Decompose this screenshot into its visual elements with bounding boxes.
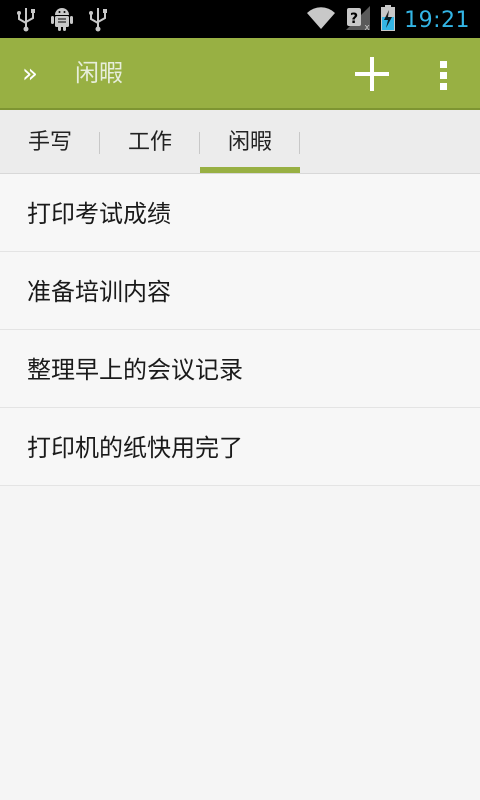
- selected-tab-indicator: [200, 167, 300, 173]
- tab-leisure[interactable]: 闲暇: [200, 110, 300, 173]
- android-debug-icon: [50, 6, 74, 36]
- tab-bar: 手写 工作 闲暇: [0, 110, 480, 174]
- action-bar: » 闲暇: [0, 38, 480, 110]
- list-item[interactable]: 打印机的纸快用完了: [0, 408, 480, 486]
- usb-icon: [88, 6, 108, 36]
- tab-work[interactable]: 工作: [100, 110, 200, 173]
- list-item[interactable]: 打印考试成绩: [0, 174, 480, 252]
- more-vertical-icon: [440, 61, 447, 90]
- status-bar: ? x 19:21: [0, 0, 480, 38]
- list-item[interactable]: 整理早上的会议记录: [0, 330, 480, 408]
- action-bar-title: 闲暇: [75, 59, 123, 87]
- status-bar-notifications: [16, 6, 108, 36]
- wifi-icon: [306, 5, 336, 35]
- list-item[interactable]: 准备培训内容: [0, 252, 480, 330]
- add-button[interactable]: [348, 50, 396, 98]
- tab-divider: [299, 132, 300, 154]
- tab-handwriting[interactable]: 手写: [0, 110, 100, 173]
- status-bar-time: 19:21: [404, 7, 470, 33]
- overflow-menu-button[interactable]: [426, 50, 462, 98]
- usb-icon: [16, 6, 36, 36]
- plus-icon: [355, 57, 389, 91]
- drawer-toggle-icon[interactable]: »: [22, 56, 52, 92]
- task-list: 打印考试成绩 准备培训内容 整理早上的会议记录 打印机的纸快用完了: [0, 174, 480, 486]
- signal-no-sim-icon: ? x: [344, 4, 372, 36]
- battery-charging-icon: [380, 4, 396, 36]
- svg-text:x: x: [364, 23, 370, 32]
- svg-text:?: ?: [350, 11, 358, 27]
- status-bar-system: ? x 19:21: [306, 4, 470, 36]
